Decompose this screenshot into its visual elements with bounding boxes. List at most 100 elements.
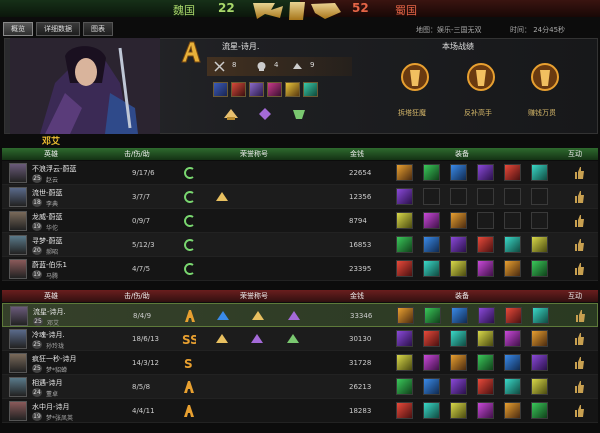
equipment-slot-icon (531, 330, 548, 347)
col-hero: 英雄 (44, 150, 58, 158)
left-team-name: 魏国 (173, 4, 195, 17)
like-thumb-icon[interactable] (573, 238, 585, 252)
player-name: 寻梦-蔚蓝 (32, 237, 63, 245)
equipment-slot-icon (532, 307, 549, 324)
hero-name: 李典 (46, 201, 59, 208)
rank-icon (184, 215, 194, 227)
hero-avatar (9, 211, 27, 231)
player-level: 25 (32, 340, 42, 349)
item-4-icon (267, 82, 282, 97)
equipment-slot-icon (450, 354, 467, 371)
player-row[interactable]: 相遇-诗月 24 董卓 8/5/8 26213 (2, 375, 598, 399)
player-row[interactable]: 冷魂-诗月. 25 孙玲珑 18/6/13 SS 30130 (2, 327, 598, 351)
equipment-slot-icon (396, 260, 413, 277)
like-thumb-icon[interactable] (573, 404, 585, 418)
like-thumb-icon[interactable] (573, 190, 585, 204)
honor-badge-icon (251, 334, 263, 343)
equipment-slot-icon (450, 260, 467, 277)
like-thumb-icon[interactable] (573, 380, 585, 394)
player-kda: 14/3/12 (132, 359, 159, 367)
player-name: 冷魂-诗月. (32, 331, 65, 339)
player-name: 蔚蓝-伯乐1 (32, 261, 67, 269)
hero-avatar (9, 353, 27, 373)
col-interact: 互动 (568, 292, 582, 300)
hero-name: 董卓 (46, 391, 59, 398)
map-info: 地图：娱乐-三国无双 (416, 26, 482, 34)
equipment-slot-icon (450, 330, 467, 347)
match-time: 时间： 24分45秒 (510, 26, 566, 34)
hero-name: 华佗 (46, 225, 59, 232)
player-row[interactable]: 蔚蓝-伯乐1 19 马腾 4/7/5 23395 (2, 257, 598, 281)
like-thumb-icon[interactable] (573, 214, 585, 228)
equipment-slot-icon (450, 402, 467, 419)
empty-equipment-slot (531, 212, 548, 229)
like-thumb-icon[interactable] (574, 309, 586, 323)
hero-avatar (9, 329, 27, 349)
player-row[interactable]: 龙威-蔚蓝 19 华佗 0/9/7 8794 (2, 209, 598, 233)
honor-badge-icon (252, 311, 264, 320)
equipment-slot-icon (450, 164, 467, 181)
player-kda: 9/17/6 (132, 169, 155, 177)
rich-medal-icon (531, 63, 559, 91)
empty-equipment-slot (450, 188, 467, 205)
tab-overview[interactable]: 概览 (3, 22, 33, 36)
tab-bar: 概览 详细数据 图表 (3, 22, 113, 36)
equipment-slot-icon (504, 402, 521, 419)
tab-detailed-data[interactable]: 详细数据 (36, 22, 80, 36)
medal-label-3: 赚钱万贯 (528, 109, 556, 117)
hero-avatar (9, 163, 27, 183)
svg-text:S: S (184, 357, 193, 370)
tab-chart[interactable]: 图表 (83, 22, 113, 36)
last-hit-medal-icon (467, 63, 495, 91)
hero-name: 郝昭 (46, 249, 59, 256)
rank-icon: SS (182, 333, 196, 346)
col-gold: 金钱 (350, 292, 364, 300)
equipment-slot-icon (504, 354, 521, 371)
like-thumb-icon[interactable] (573, 166, 585, 180)
equipment-slot-icon (504, 260, 521, 277)
col-interact: 互动 (568, 150, 582, 158)
equipment-slot-icon (477, 260, 494, 277)
equipment-slot-icon (531, 260, 548, 277)
player-row[interactable]: 水中月-诗月 19 梦*张凤英 4/4/11 18283 (2, 399, 598, 423)
player-row[interactable]: 寻梦-蔚蓝 20 郝昭 5/12/3 16853 (2, 233, 598, 257)
right-team-score: 52 (352, 1, 369, 15)
rank-icon (184, 239, 194, 251)
deaths-icon (257, 62, 266, 71)
empty-equipment-slot (477, 212, 494, 229)
col-equip: 装备 (455, 150, 469, 158)
honor-badge-icon (216, 334, 228, 343)
like-thumb-icon[interactable] (573, 356, 585, 370)
equipment-slot-icon (423, 236, 440, 253)
equipment-slot-icon (396, 188, 413, 205)
equipment-slot-icon (531, 236, 548, 253)
player-level: 25 (33, 317, 43, 326)
player-row[interactable]: 不浪浮云-蔚蓝 25 赵云 9/17/6 22654 (2, 161, 598, 185)
equipment-slot-icon (477, 236, 494, 253)
player-gold: 8794 (349, 217, 367, 225)
like-thumb-icon[interactable] (573, 332, 585, 346)
equipment-slot-icon (477, 378, 494, 395)
player-kda: 5/12/3 (132, 241, 155, 249)
player-name: 水中月-诗月 (32, 403, 70, 411)
item-5-icon (285, 82, 300, 97)
player-level: 25 (32, 364, 42, 373)
equipment-slot-icon (477, 330, 494, 347)
rank-icon: S (184, 357, 193, 370)
svg-text:SS: SS (182, 333, 196, 346)
player-kda: 3/7/7 (132, 193, 151, 201)
player-row[interactable]: 流世-蔚蓝 18 李典 3/7/7 12356 (2, 185, 598, 209)
player-level: 25 (32, 174, 42, 183)
equipment-slot-icon (423, 212, 440, 229)
player-row[interactable]: 流星-诗月. 25 邓艾 8/4/9 33346 (2, 303, 598, 327)
equipment-slot-icon (451, 307, 468, 324)
player-kills: 8 (232, 61, 237, 69)
equipment-slot-icon (396, 164, 413, 181)
hero-name: 马腾 (46, 273, 59, 280)
player-kda: 4/4/11 (132, 407, 155, 415)
medal-label-1: 拆塔狂魔 (398, 109, 426, 117)
tower-destroyer-medal-icon (401, 63, 429, 91)
like-thumb-icon[interactable] (573, 262, 585, 276)
player-row[interactable]: 疯狂一秒-诗月 25 梦*貂蝉 14/3/12 S 31728 (2, 351, 598, 375)
right-team-name: 蜀国 (395, 4, 417, 17)
